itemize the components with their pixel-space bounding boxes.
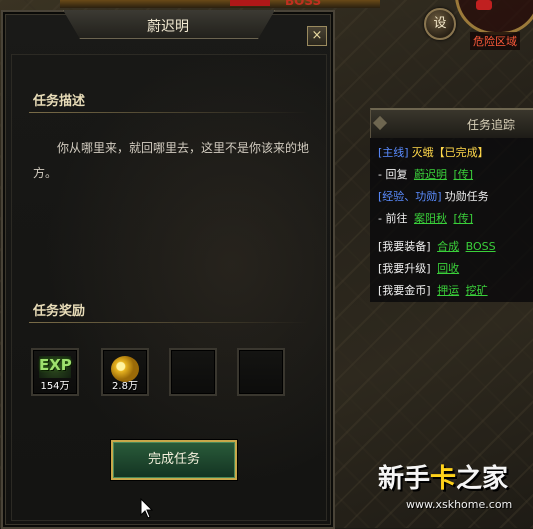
quest-tracker-list: [主线] 灭蛾【已完成】 - 回复 蔚迟明 [传] [经验、功勋] 功勋任务 - 前… xyxy=(370,138,533,302)
reward-divider xyxy=(29,322,309,323)
quest-description: 你从哪里来，就回哪里去，这里不是你该来的地方。 xyxy=(33,141,310,180)
gold-link-escort[interactable]: 押运 xyxy=(437,284,459,297)
gold-link-mining[interactable]: 挖矿 xyxy=(466,284,488,297)
tracker-row-exp-action: - 前往 案阳秋 [传] xyxy=(378,208,533,230)
reward-slot-empty[interactable] xyxy=(237,348,285,396)
reward-count: 2.8万 xyxy=(112,381,138,392)
level-tag: [我要升级] xyxy=(378,262,431,275)
reward-slot-empty[interactable] xyxy=(169,348,217,396)
minimap-marker-icon xyxy=(476,0,492,10)
main-quest-npc-link[interactable]: 蔚迟明 xyxy=(414,168,447,181)
tracker-row-exp: [经验、功勋] 功勋任务 xyxy=(378,186,533,208)
quest-tracker-header[interactable]: 任务追踪 xyxy=(370,108,533,138)
tracker-row-main: [主线] 灭蛾【已完成】 xyxy=(378,142,533,164)
quest-tracker-title: 任务追踪 xyxy=(466,118,515,132)
reward-slot-exp[interactable]: EXP 154万 xyxy=(31,348,79,396)
tracker-row-gold: [我要金币] 押运 挖矿 xyxy=(378,280,533,302)
tracker-row-main-action: - 回复 蔚迟明 [传] xyxy=(378,164,533,186)
exp-quest-npc-link[interactable]: 案阳秋 xyxy=(414,212,447,225)
tracker-row-equip: [我要装备] 合成 BOSS xyxy=(378,236,533,258)
top-red-bar xyxy=(230,0,270,6)
main-quest-teleport-link[interactable]: [传] xyxy=(453,168,473,181)
reward-heading: 任务奖励 xyxy=(33,304,86,319)
collapse-icon[interactable] xyxy=(372,115,388,131)
exp-quest-tag: [经验、功勋] xyxy=(378,190,442,203)
description-divider xyxy=(29,112,309,113)
main-quest-name[interactable]: 灭蛾【已完成】 xyxy=(412,146,489,159)
watermark-logo: 新手卡之家 xyxy=(378,464,509,494)
mouse-cursor-icon xyxy=(140,498,154,519)
level-link-recycle[interactable]: 回收 xyxy=(437,262,459,275)
main-quest-tag: [主线] xyxy=(378,146,409,159)
quest-dialog: 蔚迟明 × 任务描述 你从哪里来，就回哪里去，这里不是你该来的地方。 任务奖励 … xyxy=(1,10,335,529)
gold-tag: [我要金币] xyxy=(378,284,431,297)
equip-link-boss[interactable]: BOSS xyxy=(466,240,496,253)
reward-count: 154万 xyxy=(40,381,70,392)
exp-quest-teleport-link[interactable]: [传] xyxy=(453,212,473,225)
watermark-url: www.xskhome.com xyxy=(406,498,513,511)
close-button[interactable]: × xyxy=(307,26,327,46)
top-boss-text: BOSS xyxy=(285,0,322,8)
top-status-strip: BOSS xyxy=(60,0,380,8)
description-heading: 任务描述 xyxy=(33,94,86,109)
danger-zone-label: 危险区域 xyxy=(470,32,520,50)
exp-quest-name[interactable]: 功勋任务 xyxy=(445,190,489,203)
exp-quest-action: - 前往 xyxy=(378,212,408,225)
complete-quest-button[interactable]: 完成任务 xyxy=(111,440,237,480)
main-quest-action: - 回复 xyxy=(378,168,408,181)
equip-tag: [我要装备] xyxy=(378,240,431,253)
quest-tracker: 任务追踪 [主线] 灭蛾【已完成】 - 回复 蔚迟明 [传] [经验、功勋] 功勋任… xyxy=(370,108,533,302)
settings-button[interactable]: 设 xyxy=(424,8,456,40)
reward-slot-gold[interactable]: 2.8万 xyxy=(101,348,149,396)
dialog-title: 蔚迟明 xyxy=(147,19,189,35)
tracker-row-level: [我要升级] 回收 xyxy=(378,258,533,280)
exp-icon: EXP xyxy=(39,356,72,378)
equip-link-compose[interactable]: 合成 xyxy=(437,240,459,253)
